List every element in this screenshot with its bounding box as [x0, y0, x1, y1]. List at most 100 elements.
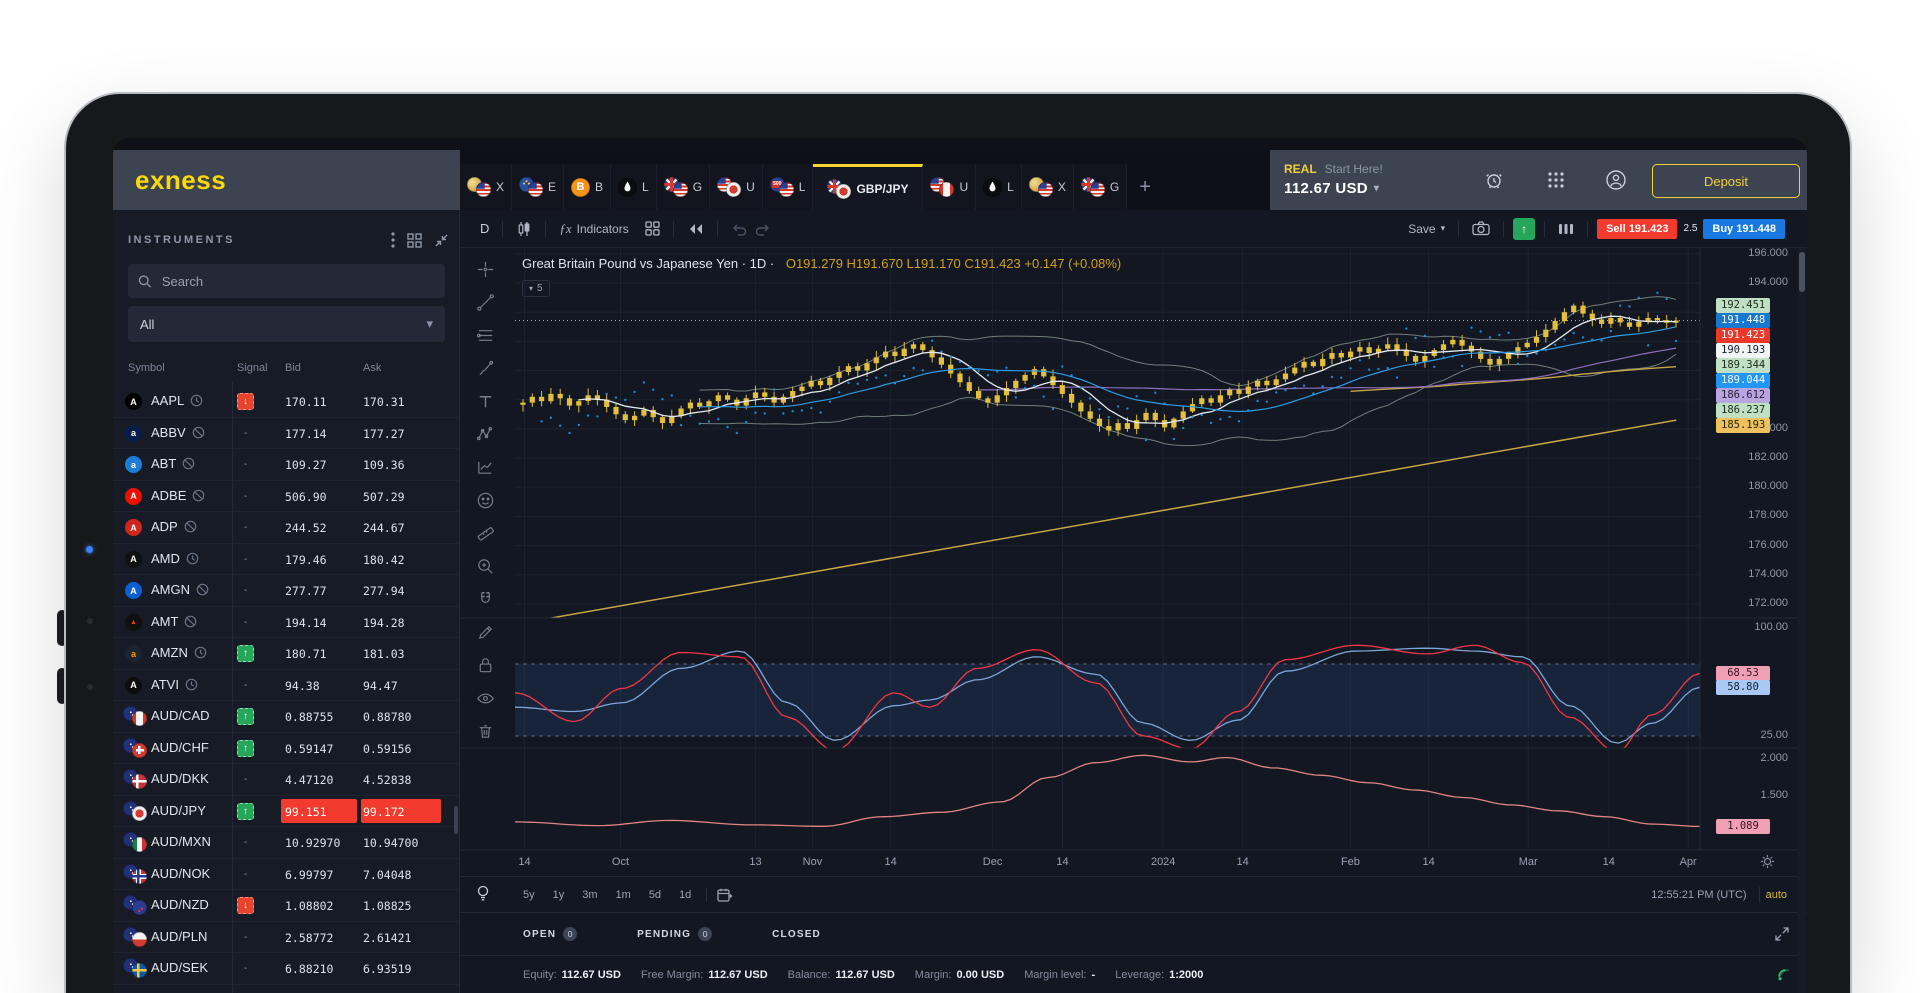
timeframe-1d[interactable]: 1d — [670, 889, 700, 901]
crosshair-icon[interactable] — [474, 258, 496, 280]
emoji-icon[interactable] — [474, 489, 496, 511]
auto-scale-toggle[interactable]: auto — [1759, 887, 1793, 903]
instrument-tab[interactable]: U — [923, 164, 976, 210]
timeframe-1y[interactable]: 1y — [544, 889, 574, 901]
lock-icon[interactable] — [474, 654, 496, 676]
save-button[interactable]: Save▾ — [1404, 222, 1449, 236]
positions-tab-open[interactable]: OPEN0 — [523, 927, 577, 941]
instrument-tab[interactable]: L — [976, 164, 1022, 210]
instrument-row-aud-pln[interactable]: AUD/PLN-2.587722.61421 — [113, 922, 460, 954]
bid-value: 0.88755 — [285, 707, 333, 727]
category-filter[interactable]: All ▾ — [128, 306, 445, 342]
depth-bars-icon[interactable] — [1554, 223, 1578, 235]
brush-icon[interactable] — [474, 357, 496, 379]
pattern-icon[interactable] — [474, 423, 496, 445]
alarm-icon[interactable] — [1480, 166, 1508, 194]
candle-style-icon[interactable] — [512, 221, 536, 237]
text-icon[interactable] — [474, 390, 496, 412]
buy-button[interactable]: Buy 191.448 — [1703, 219, 1785, 239]
instrument-row-amgn[interactable]: AAMGN-277.77277.94 — [113, 575, 460, 607]
trend-line-icon[interactable] — [474, 291, 496, 313]
deposit-button[interactable]: Deposit — [1652, 164, 1800, 198]
instrument-tab[interactable]: E — [512, 164, 564, 210]
indicators-button[interactable]: ƒx Indicators — [555, 221, 632, 237]
instrument-row-aud-dkk[interactable]: AUD/DKK-4.471204.52838 — [113, 764, 460, 796]
instrument-row-adbe[interactable]: AADBE-506.90507.29 — [113, 481, 460, 513]
instrument-row-aud-jpy[interactable]: AUD/JPY↑99.15199.172 — [113, 796, 460, 828]
instrument-row-aud-chf[interactable]: AUD/CHF↑0.591470.59156 — [113, 733, 460, 765]
instrument-row-amd[interactable]: AAMD-179.46180.42 — [113, 544, 460, 576]
timeframe-5y[interactable]: 5y — [514, 889, 544, 901]
chart-scrollbar[interactable] — [1798, 248, 1806, 993]
instrument-row-atvi[interactable]: AATVI-94.3894.47 — [113, 670, 460, 702]
instrument-row-aud-cad[interactable]: AUD/CAD↑0.887550.88780 — [113, 701, 460, 733]
instrument-tab[interactable]: X — [1022, 164, 1074, 210]
instrument-row-amt[interactable]: ▲AMT-194.14194.28 — [113, 607, 460, 639]
expand-panel-icon[interactable] — [1775, 927, 1789, 941]
more-options-icon[interactable] — [391, 232, 395, 248]
instrument-row-aud-nok[interactable]: AUD/NOK-6.997977.04048 — [113, 859, 460, 891]
trend-up-button[interactable]: ↑ — [1513, 218, 1535, 240]
instrument-row-abt[interactable]: aABT-109.27109.36 — [113, 449, 460, 481]
summary-label: Margin: — [915, 969, 952, 981]
layout-grid-icon[interactable] — [641, 221, 664, 236]
account-balance[interactable]: 112.67 USD ▾ — [1284, 180, 1379, 197]
collapse-panel-icon[interactable] — [434, 232, 449, 248]
instrument-row-aud-sek[interactable]: AUD/SEK-6.882106.93519 — [113, 953, 460, 985]
grid-view-icon[interactable] — [407, 232, 422, 248]
symbol-name: ABBV — [151, 425, 205, 440]
tab-gbp-jpy[interactable]: GBP/JPY — [813, 164, 923, 210]
flag-pair-icon — [717, 177, 741, 197]
instrument-row-amzn[interactable]: aAMZN↑180.71181.03 — [113, 638, 460, 670]
instrument-row-adp[interactable]: AADP-244.52244.67 — [113, 512, 460, 544]
timeframe-3m[interactable]: 3m — [573, 889, 606, 901]
zoom-in-icon[interactable] — [474, 555, 496, 577]
summary-label: Margin level: — [1024, 969, 1086, 981]
sell-button[interactable]: Sell 191.423 — [1597, 219, 1677, 239]
redo-icon[interactable] — [751, 222, 775, 236]
bid-value: 244.52 — [285, 518, 327, 538]
indicators-legend-toggle[interactable]: ▾ 5 — [522, 280, 550, 297]
account-type-badge: REAL — [1284, 162, 1317, 176]
eye-icon[interactable] — [474, 687, 496, 709]
instrument-tab[interactable]: X — [460, 164, 512, 210]
magnet-icon[interactable] — [474, 588, 496, 610]
trash-icon[interactable] — [474, 720, 496, 742]
undo-icon[interactable] — [727, 222, 751, 236]
flag-pair-icon — [123, 769, 147, 789]
sidebar-scrollbar[interactable] — [454, 806, 458, 834]
instrument-row-abbv[interactable]: aABBV-177.14177.27 — [113, 418, 460, 450]
timeframe-5d[interactable]: 5d — [640, 889, 670, 901]
positions-tab-pending[interactable]: PENDING0 — [637, 927, 712, 941]
go-to-date-icon[interactable] — [713, 888, 737, 902]
summary-value: 0.00 USD — [956, 969, 1004, 981]
instrument-tab[interactable]: L — [611, 164, 657, 210]
positions-tab-closed[interactable]: CLOSED — [772, 929, 821, 940]
apps-grid-icon[interactable] — [1542, 166, 1570, 194]
scrollbar-thumb[interactable] — [1799, 252, 1805, 292]
replay-icon[interactable] — [683, 222, 708, 236]
utc-clock[interactable]: 12:55:21 PM (UTC) — [1651, 889, 1746, 901]
forecast-icon[interactable] — [474, 456, 496, 478]
add-tab-button[interactable]: + — [1127, 164, 1163, 210]
profile-icon[interactable] — [1602, 166, 1630, 194]
ask-value: 94.47 — [363, 676, 398, 696]
time-axis-label: Mar — [1519, 856, 1538, 868]
search-input[interactable] — [160, 273, 435, 290]
fib-lines-icon[interactable] — [474, 324, 496, 346]
interval-button[interactable]: D — [476, 221, 493, 236]
instrument-row-aud-mxn[interactable]: AUD/MXN-10.9297010.94700 — [113, 827, 460, 859]
timeframe-1m[interactable]: 1m — [607, 889, 640, 901]
ruler-icon[interactable] — [474, 522, 496, 544]
instrument-row-aud-nzd[interactable]: AUD/NZD↓1.088021.08825 — [113, 890, 460, 922]
search-box[interactable] — [128, 264, 445, 298]
axis-settings-icon[interactable] — [1760, 854, 1775, 869]
pencil-icon[interactable] — [474, 621, 496, 643]
instrument-tab[interactable]: BB — [564, 164, 611, 210]
instrument-tab[interactable]: U — [710, 164, 763, 210]
instrument-tab[interactable]: 500L — [763, 164, 814, 210]
instrument-tab[interactable]: G — [1074, 164, 1127, 210]
instrument-tab[interactable]: G — [657, 164, 710, 210]
camera-icon[interactable] — [1468, 221, 1494, 236]
instrument-row-aapl[interactable]: AAAPL↓170.11170.31 — [113, 386, 460, 418]
